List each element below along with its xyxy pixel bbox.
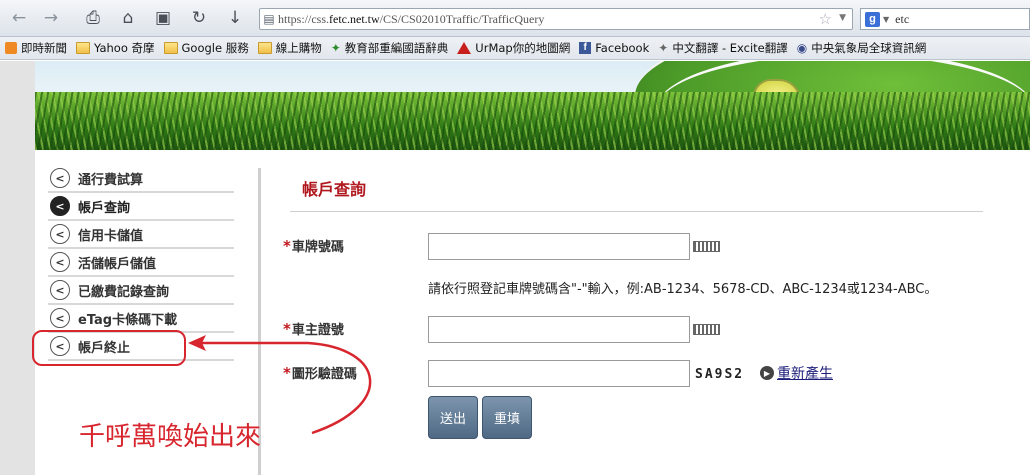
eye-icon: ◉ bbox=[796, 41, 808, 55]
captcha-input[interactable] bbox=[428, 360, 690, 387]
sidebar-item-account-query[interactable]: < 帳戶查詢 bbox=[48, 193, 234, 221]
keyboard-icon[interactable] bbox=[693, 324, 720, 335]
captcha-label: *圖形驗證碼 bbox=[283, 364, 357, 382]
plate-number-input[interactable] bbox=[428, 233, 690, 260]
bookmark-item[interactable]: 即時新聞 bbox=[5, 40, 67, 56]
lock-icon: ▤ bbox=[263, 12, 275, 26]
bookmark-item[interactable]: f Facebook bbox=[579, 41, 649, 55]
address-bar[interactable]: ▤ https://css.fetc.net.tw/CS/CS02010Traf… bbox=[259, 8, 853, 30]
bookmark-item[interactable]: ✦ 中文翻譯 - Excite翻譯 bbox=[658, 40, 788, 56]
download-arrow-icon[interactable]: ↓ bbox=[222, 6, 248, 30]
urmap-icon bbox=[457, 42, 472, 54]
chevron-left-icon: < bbox=[50, 168, 70, 188]
bookmark-folder[interactable]: Google 服務 bbox=[163, 40, 249, 56]
folder-icon bbox=[76, 42, 90, 54]
facebook-icon: f bbox=[579, 42, 592, 54]
page-title: 帳戶查詢 bbox=[302, 180, 367, 199]
header-banner bbox=[35, 61, 1030, 150]
page-margin bbox=[0, 61, 35, 475]
forward-arrow-icon[interactable]: → bbox=[38, 6, 64, 30]
regenerate-captcha-link[interactable]: ▶ 重新產生 bbox=[760, 363, 833, 383]
sidebar-item-etag-barcode[interactable]: < eTag卡條碼下載 bbox=[48, 305, 234, 333]
bookmark-item[interactable]: ✦ 教育部重編國語辭典 bbox=[331, 40, 449, 56]
image-translate-icon[interactable]: ▣ bbox=[150, 6, 176, 30]
bookmark-folder[interactable]: Yahoo 奇摩 bbox=[76, 40, 155, 56]
browser-toolbar: ← → ⎙ ⌂ ▣ ↻ ↓ ▤ https://css.fetc.net.tw/… bbox=[0, 0, 1030, 37]
reload-icon[interactable]: ↻ bbox=[186, 6, 212, 30]
required-asterisk: * bbox=[283, 237, 291, 255]
sidebar-item-savings-topup[interactable]: < 活儲帳戶儲值 bbox=[48, 249, 234, 277]
chevron-left-icon: < bbox=[50, 308, 70, 328]
search-input[interactable]: etc bbox=[895, 12, 909, 27]
submit-button[interactable]: 送出 bbox=[428, 396, 478, 439]
bookmark-star-icon[interactable]: ☆ bbox=[819, 10, 832, 28]
annotation-caption: 千呼萬喚始出來 bbox=[79, 422, 262, 452]
back-arrow-icon[interactable]: ← bbox=[6, 6, 32, 30]
plate-format-hint: 請依行照登記車牌號碼含"-"輸入，例:AB-1234、5678-CD、ABC-1… bbox=[428, 282, 938, 297]
search-box[interactable]: g ▼ etc bbox=[860, 8, 1030, 30]
chevron-left-icon: < bbox=[50, 280, 70, 300]
excite-icon: ✦ bbox=[658, 41, 669, 55]
print-icon[interactable]: ⎙ bbox=[80, 6, 106, 30]
moe-icon: ✦ bbox=[330, 41, 341, 55]
home-icon[interactable]: ⌂ bbox=[115, 6, 141, 30]
chevron-left-icon: < bbox=[50, 196, 70, 216]
owner-id-input[interactable] bbox=[428, 316, 690, 343]
folder-icon bbox=[163, 42, 178, 54]
required-asterisk: * bbox=[283, 364, 291, 382]
owner-id-label: *車主證號 bbox=[283, 320, 344, 338]
required-asterisk: * bbox=[283, 320, 291, 338]
search-engine-dropdown-icon[interactable]: ▼ bbox=[883, 15, 889, 24]
grass-graphic bbox=[35, 92, 1030, 150]
sidebar-item-credit-card-topup[interactable]: < 信用卡儲值 bbox=[48, 221, 234, 249]
bookmarks-bar: 即時新聞 Yahoo 奇摩 Google 服務 線上購物 ✦ 教育部重編國語辭典 … bbox=[0, 37, 1030, 60]
sidebar-item-payment-history[interactable]: < 已繳費記錄查詢 bbox=[48, 277, 234, 305]
rss-icon bbox=[5, 42, 17, 54]
folder-icon bbox=[257, 42, 272, 54]
google-icon[interactable]: g bbox=[865, 11, 880, 27]
chevron-left-icon: < bbox=[50, 224, 70, 244]
chevron-left-icon: < bbox=[50, 252, 70, 272]
url-text[interactable]: https://css.fetc.net.tw/CS/CS02010Traffi… bbox=[278, 12, 544, 27]
bookmark-item[interactable]: UrMap你的地圖網 bbox=[457, 40, 570, 56]
title-divider bbox=[290, 211, 983, 212]
captcha-image: SA9S2 bbox=[695, 367, 745, 382]
url-dropdown-icon[interactable]: ▼ bbox=[839, 13, 846, 23]
play-circle-icon: ▶ bbox=[760, 366, 774, 380]
bookmark-item[interactable]: ◉ 中央氣象局全球資訊網 bbox=[797, 40, 926, 56]
plate-number-label: *車牌號碼 bbox=[283, 237, 344, 255]
bookmark-folder[interactable]: 線上購物 bbox=[257, 40, 322, 56]
reset-button[interactable]: 重填 bbox=[482, 396, 532, 439]
annotation-highlight-box bbox=[32, 330, 186, 366]
keyboard-icon[interactable] bbox=[693, 241, 720, 252]
sidebar-item-toll-estimate[interactable]: < 通行費試算 bbox=[48, 165, 234, 193]
